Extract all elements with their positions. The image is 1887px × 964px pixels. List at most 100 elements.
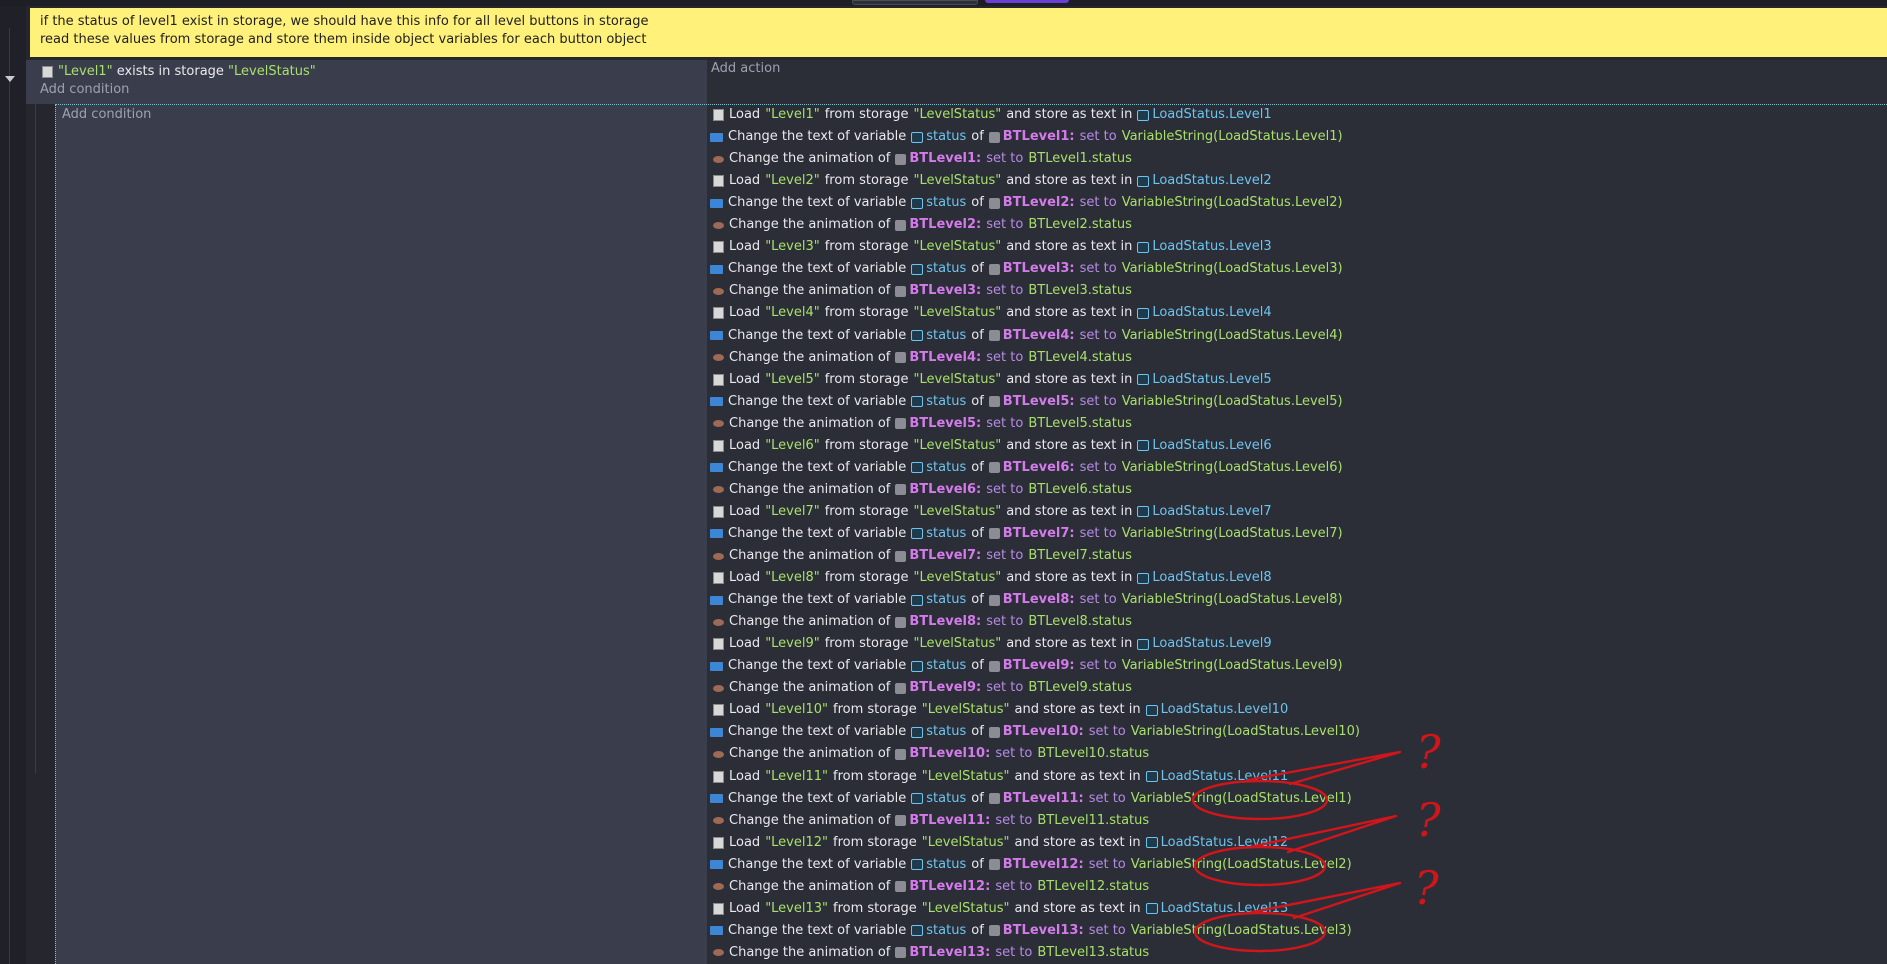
load-key: "Level4": [765, 305, 820, 321]
action-change-text-variable[interactable]: Change the text of variable status of BTLev…: [710, 194, 1343, 212]
sub-event-conditions-panel[interactable]: Add condition: [55, 104, 707, 964]
text-value: VariableString(LoadStatus.Level4): [1121, 327, 1343, 343]
storage-icon: [42, 66, 53, 78]
and-store-label: and store as text in: [1006, 305, 1133, 321]
action-change-animation[interactable]: Change the animation of BTLevel4: set to BT…: [713, 349, 1132, 367]
from-storage-label: from storage: [824, 371, 909, 387]
action-load-storage[interactable]: Load "Level8" from storage "LevelStatus" and…: [713, 569, 1272, 587]
action-change-text-variable[interactable]: Change the text of variable status of BTLev…: [710, 128, 1343, 146]
action-load-storage[interactable]: Load "Level7" from storage "LevelStatus" and…: [713, 503, 1272, 521]
change-text-label: Change the text of variable: [728, 658, 907, 674]
storage-icon: [713, 638, 724, 651]
set-to-label: set to: [1088, 922, 1126, 938]
action-change-animation[interactable]: Change the animation of BTLevel2: set to BT…: [713, 216, 1132, 234]
object-name: BTLevel10:: [909, 746, 991, 762]
object-name: BTLevel12:: [1002, 856, 1084, 872]
action-change-animation[interactable]: Change the animation of BTLevel12: set to B…: [713, 878, 1149, 896]
variable-icon: [911, 859, 924, 871]
action-load-storage[interactable]: Load "Level2" from storage "LevelStatus" and…: [713, 172, 1272, 190]
action-change-text-variable[interactable]: Change the text of variable status of BTLev…: [710, 260, 1343, 278]
action-change-animation[interactable]: Change the animation of BTLevel3: set to BT…: [713, 282, 1132, 300]
action-load-storage[interactable]: Load "Level11" from storage "LevelStatus" an…: [713, 768, 1288, 786]
object-thumbnail-icon: [895, 418, 907, 430]
variable-icon: [911, 462, 924, 474]
and-store-label: and store as text in: [1014, 900, 1141, 916]
action-change-text-variable[interactable]: Change the text of variable status of BTLev…: [710, 790, 1352, 808]
action-change-text-variable[interactable]: Change the text of variable status of BTLev…: [710, 393, 1343, 411]
variable-icon: [911, 528, 924, 540]
change-anim-label: Change the animation of: [729, 217, 891, 233]
load-key: "Level2": [765, 173, 820, 189]
variable-icon: [1137, 307, 1150, 319]
text-variable-icon: [710, 264, 723, 274]
load-label: Load: [729, 636, 761, 652]
set-to-label: set to: [995, 878, 1033, 894]
action-load-storage[interactable]: Load "Level5" from storage "LevelStatus" and…: [713, 371, 1272, 389]
action-load-storage[interactable]: Load "Level9" from storage "LevelStatus" and…: [713, 635, 1272, 653]
action-change-text-variable[interactable]: Change the text of variable status of BTLev…: [710, 525, 1343, 543]
object-name: BTLevel5:: [1002, 393, 1075, 409]
object-thumbnail-icon: [895, 682, 907, 694]
load-label: Load: [729, 107, 761, 122]
load-target-variable: LoadStatus.Level6: [1152, 437, 1272, 453]
set-to-label: set to: [1079, 327, 1117, 343]
storage-icon: [713, 704, 724, 717]
action-load-storage[interactable]: Load "Level6" from storage "LevelStatus" and…: [713, 437, 1272, 455]
text-value: VariableString(LoadStatus.Level1): [1121, 129, 1343, 145]
condition-storage-exists[interactable]: " Level1 " exists in storage "LevelStatu…: [42, 63, 316, 81]
action-change-animation[interactable]: Change the animation of BTLevel6: set to BT…: [713, 481, 1132, 499]
add-condition-link[interactable]: Add condition: [40, 81, 129, 99]
action-change-animation[interactable]: Change the animation of BTLevel7: set to BT…: [713, 547, 1132, 565]
action-change-animation[interactable]: Change the animation of BTLevel11: set to B…: [713, 812, 1149, 830]
action-change-animation[interactable]: Change the animation of BTLevel10: set to B…: [713, 745, 1149, 763]
change-text-label: Change the text of variable: [728, 856, 907, 872]
animation-icon: [713, 750, 724, 758]
object-thumbnail-icon: [895, 616, 907, 628]
action-change-text-variable[interactable]: Change the text of variable status of BTLev…: [710, 459, 1343, 477]
event-conditions-panel[interactable]: " Level1 " exists in storage "LevelStatu…: [26, 60, 707, 104]
action-change-text-variable[interactable]: Change the text of variable status of BTLev…: [710, 327, 1343, 345]
action-change-animation[interactable]: Change the animation of BTLevel8: set to BT…: [713, 613, 1132, 631]
sub-add-condition-link[interactable]: Add condition: [62, 106, 151, 124]
event-actions-panel[interactable]: Add action: [707, 60, 1887, 104]
object-name: BTLevel8:: [909, 614, 982, 630]
animation-icon: [713, 817, 724, 825]
of-label: of: [971, 922, 984, 938]
set-to-label: set to: [1079, 129, 1117, 145]
action-load-storage[interactable]: Load "Level10" from storage "LevelStatus" an…: [713, 701, 1288, 719]
action-load-storage[interactable]: Load "Level3" from storage "LevelStatus" and…: [713, 238, 1272, 256]
collapse-arrow-icon[interactable]: [5, 76, 15, 82]
action-change-animation[interactable]: Change the animation of BTLevel9: set to BT…: [713, 679, 1132, 697]
action-load-storage[interactable]: Load "Level4" from storage "LevelStatus" and…: [713, 304, 1272, 322]
action-change-animation[interactable]: Change the animation of BTLevel1: set to BT…: [713, 150, 1132, 168]
text-value: VariableString(LoadStatus.Level10): [1130, 724, 1360, 740]
toolbar-tab-accent[interactable]: [985, 0, 1069, 3]
action-change-animation[interactable]: Change the animation of BTLevel5: set to BT…: [713, 415, 1132, 433]
anim-value: BTLevel11.status: [1037, 812, 1150, 828]
action-change-text-variable[interactable]: Change the text of variable status of BTLev…: [710, 922, 1352, 940]
object-thumbnail-icon: [988, 396, 1000, 408]
storage-name: "LevelStatus": [921, 834, 1010, 850]
action-change-text-variable[interactable]: Change the text of variable status of BTLev…: [710, 591, 1343, 609]
action-change-text-variable[interactable]: Change the text of variable status of BTLev…: [710, 723, 1360, 741]
toolbar-tab[interactable]: [852, 0, 978, 5]
variable-icon: [911, 396, 924, 408]
object-thumbnail-icon: [988, 197, 1000, 209]
anim-value: BTLevel2.status: [1028, 217, 1132, 233]
event-comment[interactable]: if the status of level1 exist in storage…: [30, 8, 1887, 57]
load-key: "Level11": [765, 768, 829, 784]
action-load-storage[interactable]: Load "Level13" from storage "LevelStatus" an…: [713, 900, 1288, 918]
action-change-text-variable[interactable]: Change the text of variable status of BTLev…: [710, 657, 1343, 675]
object-thumbnail-icon: [895, 285, 907, 297]
action-change-animation[interactable]: Change the animation of BTLevel13: set to B…: [713, 944, 1149, 962]
text-variable-icon: [710, 794, 723, 804]
sub-event-actions-panel[interactable]: Load "Level1" from storage "LevelStatus" and…: [707, 104, 1887, 964]
action-load-storage[interactable]: Load "Level1" from storage "LevelStatus" and…: [713, 106, 1272, 124]
change-anim-label: Change the animation of: [729, 283, 891, 299]
and-store-label: and store as text in: [1006, 239, 1133, 255]
add-action-link[interactable]: Add action: [711, 60, 780, 78]
from-storage-label: from storage: [824, 503, 909, 519]
action-change-text-variable[interactable]: Change the text of variable status of BTLev…: [710, 856, 1352, 874]
action-load-storage[interactable]: Load "Level12" from storage "LevelStatus" an…: [713, 834, 1288, 852]
object-name: BTLevel11:: [909, 812, 991, 828]
